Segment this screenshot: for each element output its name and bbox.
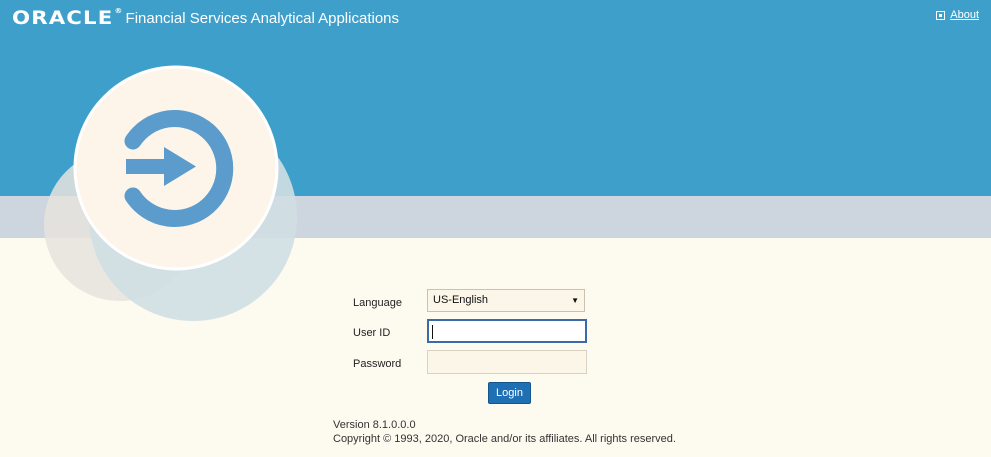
password-input[interactable] (427, 350, 587, 374)
user-id-label: User ID (353, 327, 391, 339)
about-link[interactable]: About (936, 9, 979, 21)
login-button[interactable]: Login (488, 382, 531, 404)
language-select[interactable]: US-English ▼ (427, 289, 585, 312)
chevron-down-icon: ▼ (571, 296, 579, 305)
app-title: Financial Services Analytical Applicatio… (125, 9, 400, 27)
footer: Version 8.1.0.0.0 Copyright © 1993, 2020… (333, 418, 676, 446)
language-label: Language (353, 297, 402, 309)
password-label: Password (353, 358, 402, 370)
info-square-icon (936, 10, 946, 20)
brand: ORACLE® Financial Services Analytical Ap… (12, 7, 399, 29)
user-id-input[interactable] (427, 319, 587, 343)
language-select-value: US-English (433, 294, 489, 306)
about-label[interactable]: About (950, 9, 979, 21)
version-text: Version 8.1.0.0.0 (333, 419, 416, 431)
login-page: ORACLE® Financial Services Analytical Ap… (0, 0, 991, 457)
oracle-logo: ORACLE® (12, 7, 124, 29)
copyright-text: Copyright © 1993, 2020, Oracle and/or it… (333, 433, 676, 445)
text-caret (432, 325, 433, 339)
